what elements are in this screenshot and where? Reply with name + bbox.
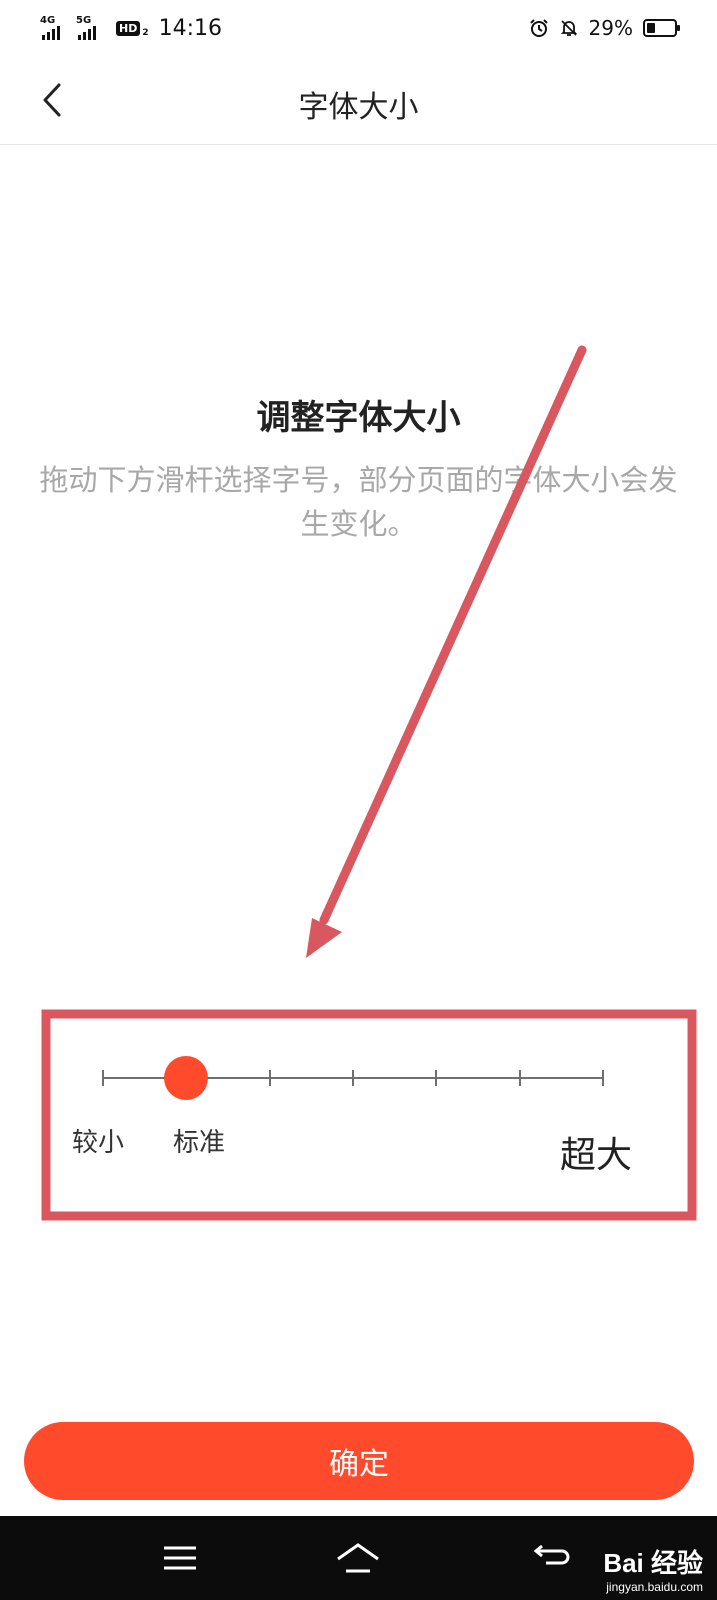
- hd-voice-sim: 2: [142, 28, 149, 38]
- status-time: 14:16: [158, 15, 223, 41]
- hd-voice-icon: HD: [116, 20, 141, 36]
- status-bar: 4G 5G HD 2 14:16 29%: [0, 0, 717, 56]
- watermark-url: jingyan.baidu.com: [606, 1580, 703, 1594]
- slider-tick[interactable]: [268, 1070, 271, 1086]
- menu-icon: [164, 1546, 196, 1570]
- label-standard: 标准: [173, 1128, 226, 1158]
- slider-tick[interactable]: [352, 1070, 354, 1086]
- annotation-overlay: [41, 345, 697, 1221]
- font-size-slider[interactable]: 较小 标准 超大: [60, 1030, 660, 1180]
- intro-description: 拖动下方滑杆选择字号，部分页面的字体大小会发生变化。: [39, 463, 678, 541]
- menu-button[interactable]: [156, 1534, 204, 1582]
- net-label-4g: 4G: [40, 15, 56, 26]
- back-nav-button[interactable]: [528, 1534, 576, 1582]
- alarm-icon: [529, 19, 548, 37]
- slider-tick[interactable]: [602, 1070, 604, 1086]
- page-title: 字体大小: [298, 90, 419, 125]
- signal-4g-icon: 4G: [40, 15, 70, 41]
- slider-tick[interactable]: [102, 1070, 104, 1086]
- net-label-5g: 5G: [76, 15, 92, 26]
- home-icon: [337, 1543, 379, 1573]
- slider-tick[interactable]: [518, 1070, 521, 1086]
- baidu-watermark: Bai 经验 jingyan.baidu.com: [603, 1543, 703, 1594]
- battery-icon: [643, 19, 680, 37]
- status-left: 4G 5G HD 2 14:16: [40, 10, 222, 46]
- navigation-bar: Bai 经验 jingyan.baidu.com: [0, 1516, 717, 1600]
- signal-5g-icon: 5G: [76, 15, 106, 41]
- slider-tick[interactable]: [435, 1070, 438, 1086]
- top-bar: 字体大小: [0, 56, 717, 145]
- bell-off-icon: [560, 20, 577, 36]
- home-button[interactable]: [334, 1534, 382, 1582]
- label-extra-large: 超大: [560, 1135, 633, 1176]
- slider-thumb[interactable]: [164, 1056, 209, 1100]
- intro-title: 调整字体大小: [256, 398, 461, 438]
- annotation-arrowhead: [306, 918, 342, 958]
- label-small: 较小: [72, 1128, 125, 1158]
- watermark-brand: Bai 经验: [603, 1548, 703, 1578]
- back-arrow-icon: [533, 1544, 570, 1565]
- confirm-button[interactable]: 确定: [24, 1422, 694, 1500]
- battery-fill: [647, 23, 655, 33]
- status-right: 29%: [529, 10, 680, 46]
- battery-percent: 29%: [588, 16, 633, 40]
